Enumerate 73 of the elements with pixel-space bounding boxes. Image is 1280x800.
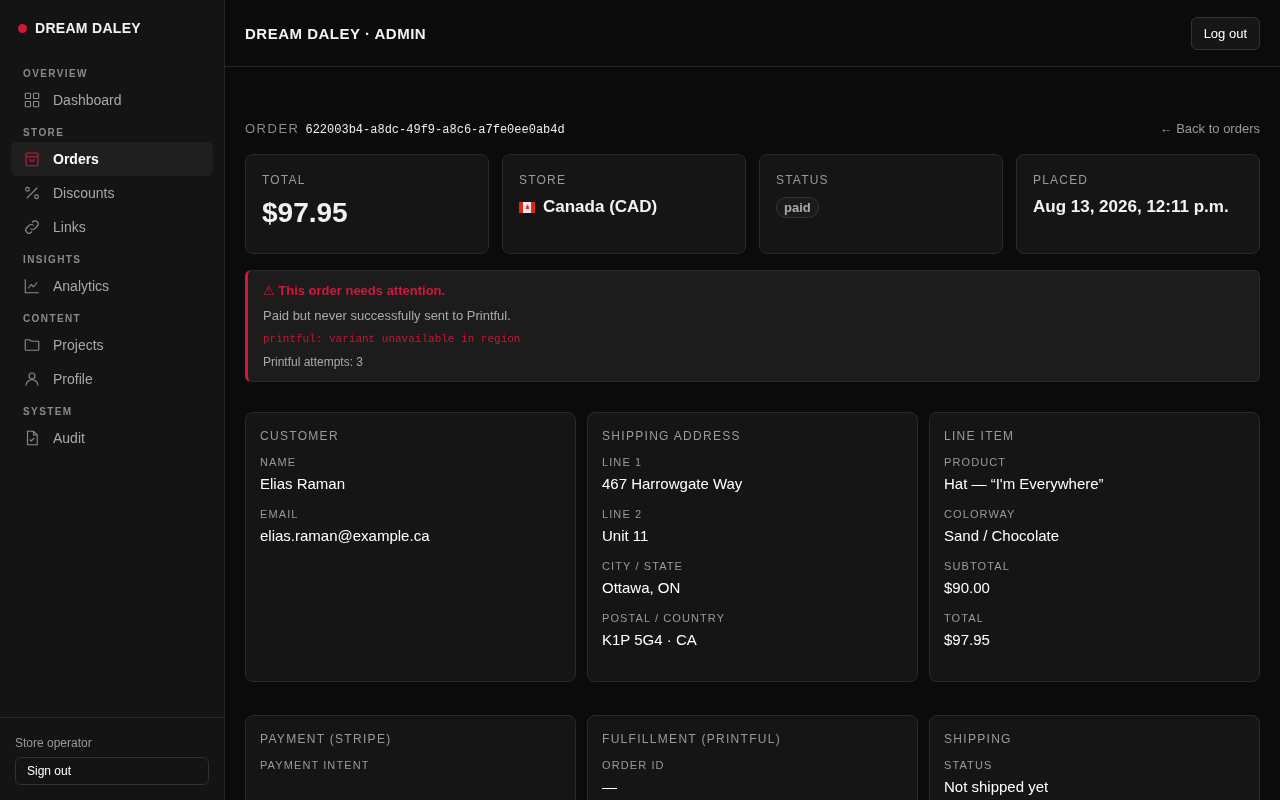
error-message: printful: variant unavailable in region xyxy=(263,333,522,345)
section-title: CONTENT xyxy=(22,313,83,324)
field-value: elias.raman@example.ca xyxy=(260,527,431,544)
field-label: SUBTOTAL xyxy=(944,560,1011,572)
percent-icon xyxy=(23,184,41,202)
field-label: COLORWAY xyxy=(944,508,1017,520)
card-title: CUSTOMER xyxy=(260,429,340,443)
store-value: Canada (CAD) xyxy=(543,197,658,217)
grid-icon xyxy=(23,91,41,109)
field-value: Ottawa, ON xyxy=(602,579,682,596)
card-title: LINE ITEM xyxy=(944,429,1016,443)
field-value: Hat — “I'm Everywhere” xyxy=(944,475,1105,492)
nav-item[interactable]: Discounts xyxy=(11,176,213,210)
field-label: NAME xyxy=(260,456,298,468)
card-label: TOTAL xyxy=(262,173,307,187)
folder-icon xyxy=(23,336,41,354)
section-title: SYSTEM xyxy=(22,406,74,417)
field-label: EMAIL xyxy=(260,508,300,520)
card-label: PLACED xyxy=(1033,173,1090,187)
chart-icon xyxy=(23,277,41,295)
card-label: STATUS xyxy=(776,173,830,187)
status-badge: paid xyxy=(776,197,819,218)
field-value: Not shipped yet xyxy=(944,778,1050,795)
field-label: ORDER ID xyxy=(602,759,666,771)
field-label: PAYMENT INTENT xyxy=(260,759,371,771)
field-label: LINE 2 xyxy=(602,508,644,520)
card-title: SHIPPING xyxy=(944,732,1013,746)
person-icon xyxy=(23,370,41,388)
field-value: K1P 5G4 · CA xyxy=(602,631,698,648)
log-out-button[interactable]: Log out xyxy=(1190,16,1260,50)
bag-icon xyxy=(23,150,41,168)
field-label: POSTAL / COUNTRY xyxy=(602,612,727,624)
order-label: ORDER xyxy=(245,121,300,136)
field-value: 467 Harrowgate Way xyxy=(602,475,744,492)
field-value: $97.95 xyxy=(944,631,991,648)
section-title: INSIGHTS xyxy=(22,254,83,265)
field-value: $90.00 xyxy=(944,579,991,596)
total-amount: $97.95 xyxy=(262,197,348,228)
alert-title: ⚠ This order needs attention. xyxy=(263,283,447,298)
field-label: STATUS xyxy=(944,759,994,771)
placed-date: Aug 13, 2026, 12:11 p.m. xyxy=(1033,197,1229,216)
section-title: STORE xyxy=(22,127,66,138)
sign-out-button[interactable]: Sign out xyxy=(15,757,209,785)
flag-icon xyxy=(519,201,535,213)
nav-item[interactable]: Projects xyxy=(11,328,213,362)
field-value: — xyxy=(602,778,618,795)
field-label: CITY / STATE xyxy=(602,560,685,572)
section-title: OVERVIEW xyxy=(22,68,89,79)
back-link[interactable]: ← Back to orders xyxy=(1159,121,1260,136)
field-value: Sand / Chocolate xyxy=(944,527,1061,544)
nav-item[interactable]: Orders xyxy=(11,142,213,176)
nav-item[interactable]: Audit xyxy=(11,421,213,455)
field-label: TOTAL xyxy=(944,612,985,624)
brand-dot-icon xyxy=(18,23,27,33)
brand-name: DREAM DALEY xyxy=(35,20,141,36)
field-label: PRODUCT xyxy=(944,456,1008,468)
nav-item[interactable]: Profile xyxy=(11,362,213,396)
nav-item[interactable]: Dashboard xyxy=(11,83,213,117)
nav-item[interactable]: Analytics xyxy=(11,269,213,303)
card-title: FULFILLMENT (PRINTFUL) xyxy=(602,732,783,746)
order-id: 622003b4-a8dc-49f9-a8c6-a7fe0ee0ab4d xyxy=(305,123,565,137)
alert-message: Paid but never successfully sent to Printful. xyxy=(263,308,512,323)
card-label: STORE xyxy=(519,173,568,187)
card-title: SHIPPING ADDRESS xyxy=(602,429,742,443)
attempts-count: Printful attempts: 3 xyxy=(263,355,365,369)
link-icon xyxy=(23,218,41,236)
page-title: DREAM DALEY · ADMIN xyxy=(245,24,427,42)
card-title: PAYMENT (STRIPE) xyxy=(260,732,393,746)
field-label: LINE 1 xyxy=(602,456,644,468)
field-value: Unit 11 xyxy=(602,527,650,544)
user-role: Store operator xyxy=(15,736,93,750)
nav-item[interactable]: Links xyxy=(11,210,213,244)
field-value: Elias Raman xyxy=(260,475,347,492)
